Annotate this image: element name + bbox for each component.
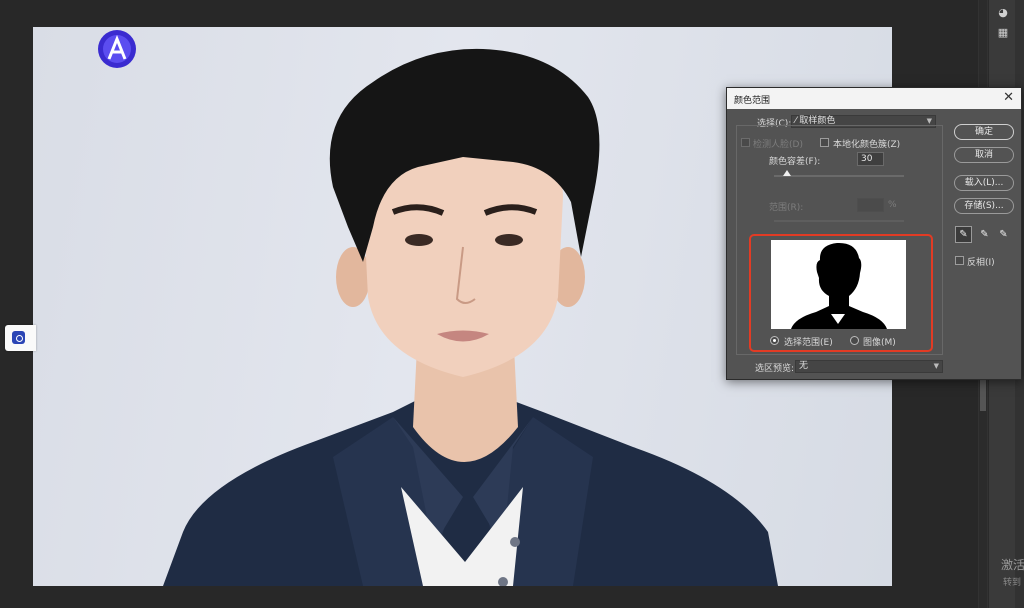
cancel-button[interactable]: 取消	[954, 147, 1014, 163]
close-icon[interactable]: ✕	[1003, 90, 1014, 105]
selection-preview-thumbnail[interactable]	[771, 240, 906, 329]
detect-faces-checkbox[interactable]	[741, 138, 750, 147]
radio-selection[interactable]	[770, 336, 779, 345]
radio-image-label: 图像(M)	[863, 338, 896, 348]
chevron-down-icon: ▼	[933, 362, 939, 370]
silhouette-mask-image	[791, 242, 887, 329]
selection-preview-label: 选区预览:	[755, 364, 795, 374]
dialog-title: 颜色范围	[734, 96, 771, 106]
localized-clusters-checkbox[interactable]	[820, 138, 829, 147]
detect-faces-label: 检测人脸(D)	[753, 140, 803, 150]
eyedropper-minus-icon[interactable]: ✎	[995, 226, 1012, 243]
localized-clusters-label: 本地化颜色簇(Z)	[833, 140, 901, 150]
invert-checkbox[interactable]	[955, 256, 964, 265]
fuzziness-slider-knob[interactable]	[783, 170, 791, 176]
dialog-titlebar[interactable]: 颜色范围 ✕	[727, 88, 1021, 109]
save-button[interactable]: 存储(S)...	[954, 198, 1014, 214]
range-label: 范围(R):	[769, 203, 804, 213]
table-icon[interactable]: ▦	[996, 26, 1010, 40]
fuzziness-label: 颜色容差(F):	[769, 157, 821, 167]
fuzziness-slider[interactable]	[774, 170, 904, 177]
eyedropper-plus-icon[interactable]: ✎	[976, 226, 993, 243]
invert-label: 反相(I)	[967, 258, 995, 268]
activation-watermark: 激活	[1001, 558, 1024, 572]
range-unit: %	[888, 200, 897, 210]
radio-selection-label: 选择范围(E)	[784, 338, 833, 348]
selection-preview-dropdown[interactable]: 无 ▼	[795, 360, 943, 373]
eyedropper-icon[interactable]: ✎	[955, 226, 972, 243]
scrollbar-thumb[interactable]	[980, 375, 986, 411]
fuzziness-input[interactable]: 30	[857, 152, 884, 166]
panel-icon	[12, 331, 25, 344]
color-range-dialog: 颜色范围 ✕ 选择(C): ⁄ 取样颜色 ▼ 检测人脸(D) 本地化颜色簇(Z)…	[726, 87, 1022, 380]
palette-icon[interactable]: ◕	[996, 6, 1010, 20]
side-panel-toggle[interactable]	[5, 325, 36, 351]
range-input[interactable]	[857, 198, 884, 212]
selection-preview-value: 无	[799, 361, 809, 371]
range-slider[interactable]	[774, 220, 904, 222]
load-button[interactable]: 载入(L)...	[954, 175, 1014, 191]
ok-button[interactable]: 确定	[954, 124, 1014, 140]
activation-watermark-subtext: 转到	[1003, 578, 1022, 588]
radio-image[interactable]	[850, 336, 859, 345]
